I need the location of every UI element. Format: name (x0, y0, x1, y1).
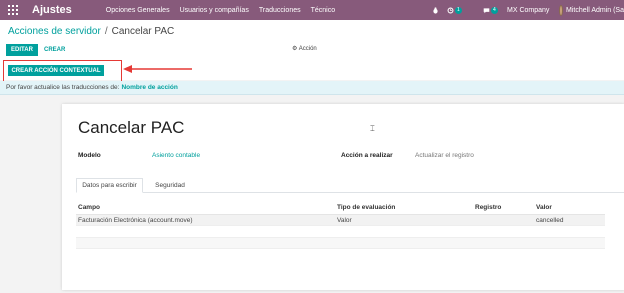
action-dropdown-label: Acción (298, 46, 317, 52)
create-button[interactable]: CREAR (44, 44, 65, 56)
cell-campo: Facturación Electrónica (account.move) (78, 217, 193, 224)
mouse-cursor-icon: ⌶ (370, 124, 375, 133)
table-row[interactable]: Facturación Electrónica (account.move) V… (76, 214, 605, 225)
top-navbar: Ajustes Opciones Generales Usuarios y co… (0, 0, 624, 20)
menu-item-opciones-generales[interactable]: Opciones Generales (106, 7, 170, 14)
menu-item-traducciones[interactable]: Traducciones (259, 7, 301, 14)
user-name: Mitchell Admin (Sa (566, 6, 624, 14)
empty-table-row (76, 237, 605, 249)
breadcrumb-separator: / (104, 26, 108, 37)
activity-badge: 1 (455, 6, 462, 14)
table-header: Campo Tipo de evaluación Registro Valor (78, 204, 605, 214)
menu-item-usuarios[interactable]: Usuarios y compañías (180, 7, 249, 14)
main-menu: Opciones Generales Usuarios y compañías … (106, 7, 345, 14)
column-registro[interactable]: Registro (475, 204, 501, 211)
column-tipo-evaluacion[interactable]: Tipo de evaluación (337, 204, 395, 211)
user-avatar (559, 4, 564, 16)
activity-menu[interactable]: 1 (447, 0, 462, 20)
translation-alert-text: Por favor actualice las traducciones de: (6, 84, 120, 91)
translation-field-link[interactable]: Nombre de acción (121, 84, 177, 91)
action-to-do-value[interactable]: Actualizar el registro (415, 152, 474, 159)
model-label: Modelo (78, 152, 101, 159)
notebook-tabs: Datos para escribir Seguridad (76, 178, 624, 193)
create-contextual-action-button[interactable]: CREAR ACCIÓN CONTEXTUAL (8, 65, 104, 76)
empty-table-row (76, 225, 605, 237)
translation-alert: Por favor actualice las traducciones de:… (0, 81, 624, 95)
model-value-link[interactable]: Asiento contable (152, 152, 200, 159)
bug-icon (433, 6, 438, 14)
tab-seguridad[interactable]: Seguridad (144, 178, 196, 193)
chat-icon (483, 7, 490, 13)
annotation-arrow (123, 65, 192, 73)
app-title[interactable]: Ajustes (32, 4, 72, 16)
messages-badge: 4 (491, 6, 498, 14)
gear-icon: ⚙ (292, 46, 298, 52)
menu-item-tecnico[interactable]: Técnico (311, 7, 336, 14)
user-menu[interactable]: Mitchell Admin (Sa (559, 0, 624, 20)
apps-grid-icon[interactable] (8, 5, 18, 15)
record-title[interactable]: Cancelar PAC (78, 118, 184, 138)
cell-valor: cancelled (536, 217, 564, 224)
column-valor[interactable]: Valor (536, 204, 552, 211)
edit-button[interactable]: EDITAR (6, 44, 38, 56)
breadcrumb-current: Cancelar PAC (111, 26, 175, 37)
activity-icon (447, 7, 454, 13)
activity-indicator[interactable] (432, 0, 439, 20)
breadcrumb: Acciones de servidor / Cancelar PAC (8, 26, 174, 37)
action-dropdown[interactable]: ⚙ Acción (292, 45, 317, 52)
breadcrumb-parent-link[interactable]: Acciones de servidor (8, 26, 101, 37)
column-campo[interactable]: Campo (78, 204, 100, 211)
messaging-menu[interactable]: 4 (483, 0, 498, 20)
company-switcher[interactable]: MX Company (507, 0, 549, 20)
company-name: MX Company (507, 6, 550, 14)
action-to-do-label: Acción a realizar (341, 152, 393, 159)
tab-datos-para-escribir[interactable]: Datos para escribir (76, 178, 143, 193)
cell-tipo-evaluacion: Valor (337, 217, 352, 224)
form-sheet: Cancelar PAC ⌶ Modelo Asiento contable A… (62, 104, 624, 290)
